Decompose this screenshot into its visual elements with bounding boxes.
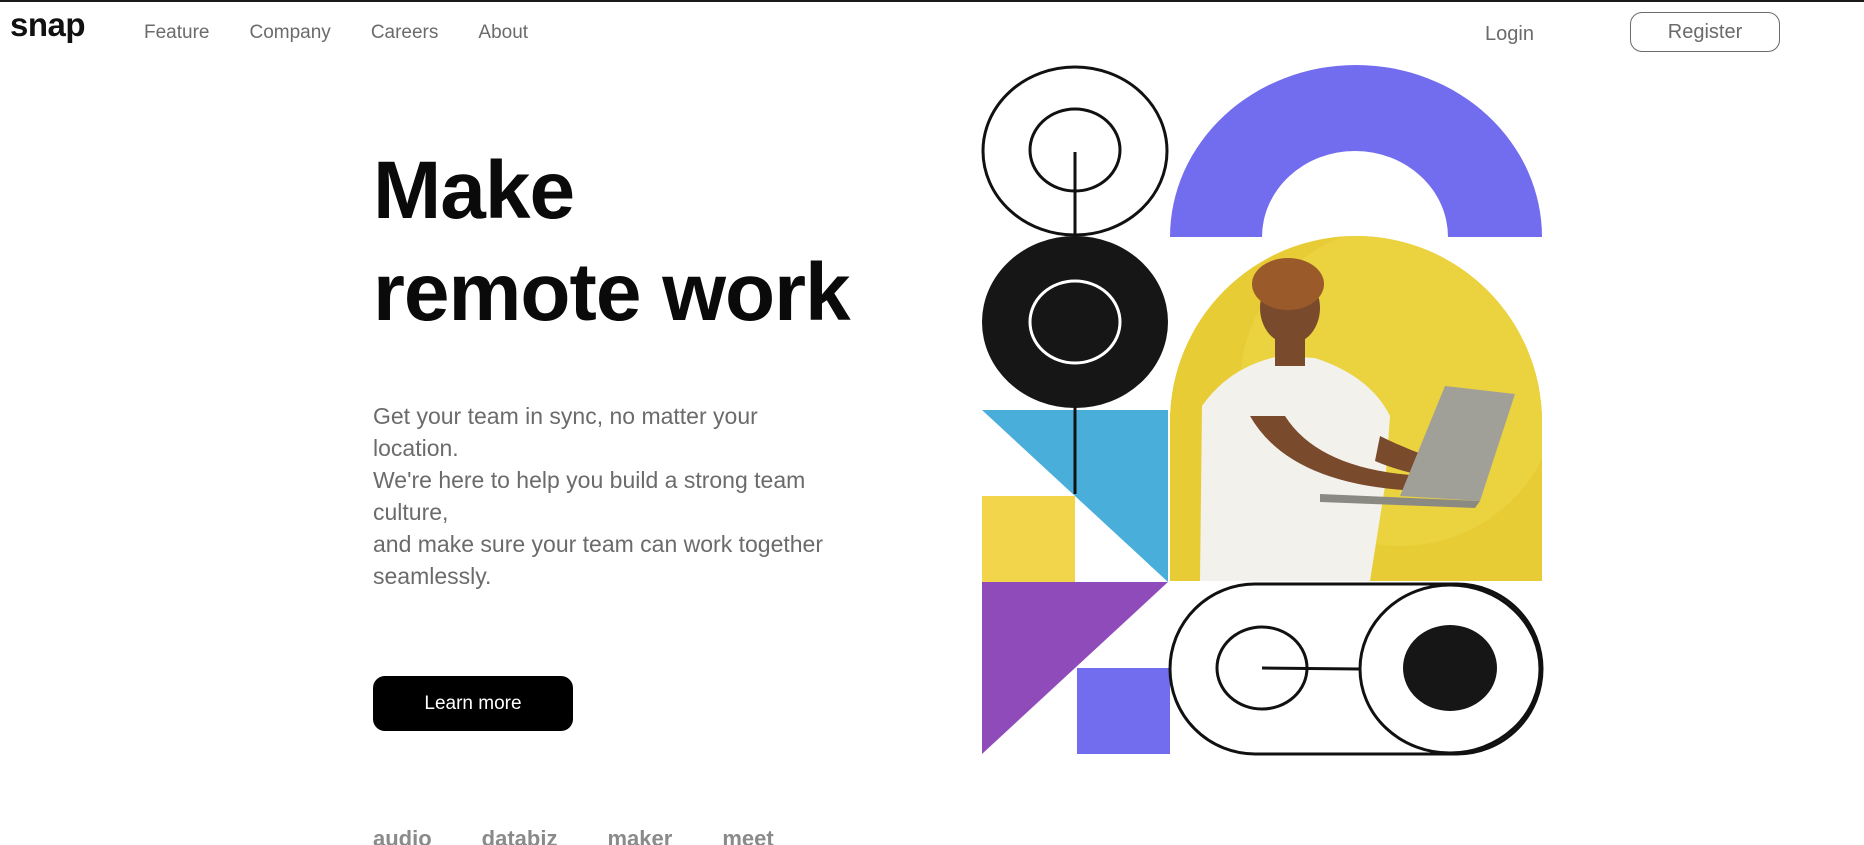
pill-ornament-bottom bbox=[1168, 582, 1544, 756]
learn-more-button[interactable]: Learn more bbox=[373, 676, 573, 731]
hero-copy-line: culture, bbox=[373, 499, 449, 525]
hero-copy-line: seamlessly. bbox=[373, 563, 492, 589]
nav-feature[interactable]: Feature bbox=[144, 22, 209, 44]
dark-circle-ornament bbox=[982, 236, 1168, 408]
purple-square bbox=[1077, 668, 1170, 754]
hero-title-line-2: remote work bbox=[373, 247, 851, 338]
main-nav: Feature Company Careers About bbox=[144, 22, 528, 44]
ring-ornament-top bbox=[981, 65, 1169, 237]
nav-company[interactable]: Company bbox=[249, 22, 330, 44]
top-border bbox=[0, 0, 1864, 2]
login-link[interactable]: Login bbox=[1485, 23, 1534, 46]
hero-description: Get your team in sync, no matter your lo… bbox=[373, 400, 893, 592]
hero-copy-line: and make sure your team can work togethe… bbox=[373, 531, 824, 557]
nav-careers[interactable]: Careers bbox=[371, 22, 439, 44]
hero-copy-line: Get your team in sync, no matter your bbox=[373, 403, 758, 429]
logo[interactable]: snap bbox=[10, 6, 86, 44]
client-logo-maker: maker bbox=[607, 826, 673, 845]
client-logos: audio databiz maker meet bbox=[373, 826, 774, 845]
hero-title: Make remote work bbox=[373, 140, 851, 344]
nav-about[interactable]: About bbox=[478, 22, 528, 44]
client-logo-audio: audio bbox=[373, 826, 432, 845]
hero-copy-line: We're here to help you build a strong te… bbox=[373, 467, 806, 493]
client-logo-meet: meet bbox=[722, 826, 774, 845]
yellow-square bbox=[982, 496, 1075, 582]
purple-arch bbox=[1170, 65, 1542, 237]
client-logo-databiz: databiz bbox=[481, 826, 558, 845]
hero-copy-line: location. bbox=[373, 435, 459, 461]
hero-title-line-1: Make bbox=[373, 145, 575, 236]
register-button[interactable]: Register bbox=[1630, 12, 1780, 52]
